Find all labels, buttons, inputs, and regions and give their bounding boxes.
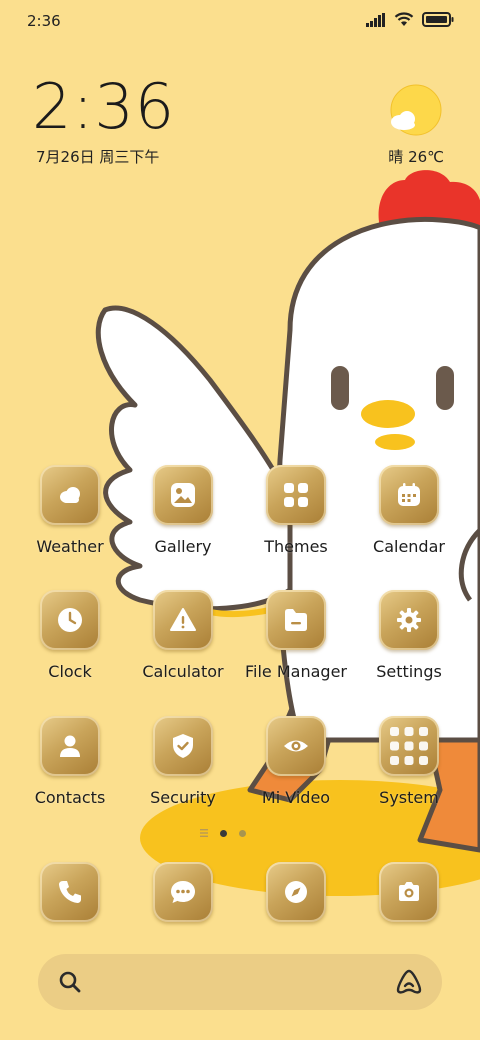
camera-icon <box>379 862 439 922</box>
app-label: Security <box>150 788 216 807</box>
folder-label: System <box>379 788 439 807</box>
status-bar: 2:36 <box>0 0 480 42</box>
clock-widget-date: 7月26日 周三下午 <box>36 148 160 166</box>
calendar-icon <box>379 465 439 525</box>
app-label: File Manager <box>245 662 347 681</box>
page-indicator[interactable] <box>200 829 246 837</box>
gallery-image-icon <box>153 465 213 525</box>
gear-icon <box>379 590 439 650</box>
sun-cloud-icon <box>390 84 442 136</box>
app-label: Calculator <box>142 662 224 681</box>
app-settings[interactable]: Settings <box>354 590 464 700</box>
folder-system[interactable]: System <box>354 716 464 826</box>
clock-widget-time[interactable]: 2:36 <box>32 76 175 138</box>
search-icon <box>59 971 81 993</box>
app-calculator[interactable]: Calculator <box>128 590 238 700</box>
status-icons <box>366 12 454 27</box>
weather-cloud-icon <box>40 465 100 525</box>
shield-check-icon <box>153 716 213 776</box>
cellular-signal-icon <box>366 12 385 27</box>
assistant-icon[interactable] <box>394 968 424 996</box>
app-label: Settings <box>376 662 442 681</box>
status-time: 2:36 <box>27 12 61 30</box>
app-contacts[interactable]: Contacts <box>15 716 125 826</box>
dock-browser[interactable] <box>241 862 351 932</box>
page-dot-active <box>220 829 227 837</box>
app-label: Mi Video <box>261 788 331 807</box>
battery-icon <box>422 12 454 27</box>
app-file-manager[interactable]: File Manager <box>241 590 351 700</box>
app-label: Contacts <box>34 788 106 807</box>
folder-grid-icon <box>379 716 439 776</box>
dock-camera[interactable] <box>354 862 464 932</box>
calculator-icon <box>153 590 213 650</box>
phone-icon <box>40 862 100 922</box>
search-bar[interactable] <box>38 954 442 1010</box>
themes-grid-icon <box>266 465 326 525</box>
clock-icon <box>40 590 100 650</box>
contact-person-icon <box>40 716 100 776</box>
app-security[interactable]: Security <box>128 716 238 826</box>
weather-text: 晴 26℃ <box>388 148 444 166</box>
compass-icon <box>266 862 326 922</box>
dock-phone[interactable] <box>15 862 125 932</box>
page-dot <box>239 829 246 837</box>
dock-messages[interactable] <box>128 862 238 932</box>
messages-icon <box>153 862 213 922</box>
app-weather[interactable]: Weather <box>15 465 125 575</box>
app-clock[interactable]: Clock <box>15 590 125 700</box>
app-label: Clock <box>48 662 92 681</box>
app-label: Gallery <box>154 537 212 556</box>
folder-icon <box>266 590 326 650</box>
app-calendar[interactable]: Calendar <box>354 465 464 575</box>
weather-widget[interactable]: 晴 26℃ <box>386 84 444 170</box>
app-label: Calendar <box>373 537 445 556</box>
wifi-icon <box>394 12 414 26</box>
app-label: Weather <box>36 537 104 556</box>
app-label: Themes <box>264 537 328 556</box>
page-list-icon <box>200 829 208 837</box>
app-mi-video[interactable]: Mi Video <box>241 716 351 826</box>
eye-icon <box>266 716 326 776</box>
app-gallery[interactable]: Gallery <box>128 465 238 575</box>
app-themes[interactable]: Themes <box>241 465 351 575</box>
